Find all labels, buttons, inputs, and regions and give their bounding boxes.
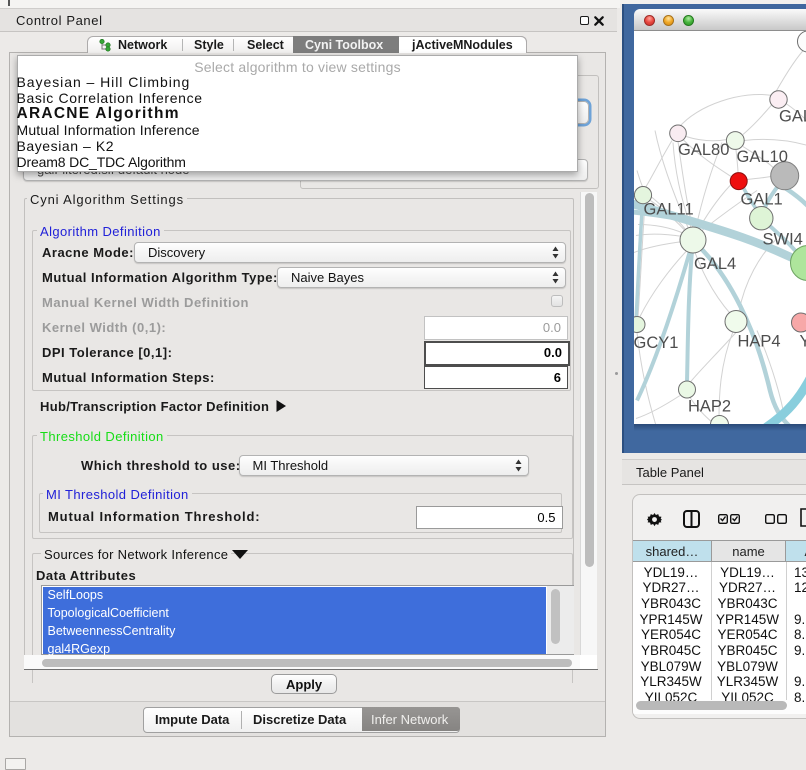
svg-text:GAL80: GAL80 (678, 141, 729, 159)
svg-text:GCY1: GCY1 (634, 334, 678, 352)
svg-text:GAL4: GAL4 (694, 255, 736, 273)
svg-text:HAP4: HAP4 (738, 332, 781, 350)
svg-text:GAL10: GAL10 (737, 148, 788, 166)
svg-text:SWI4: SWI4 (763, 230, 803, 248)
svg-text:GAL7: GAL7 (779, 107, 806, 125)
svg-text:Y: Y (800, 332, 806, 350)
svg-text:HAP2: HAP2 (688, 397, 731, 415)
svg-text:GAL1: GAL1 (741, 190, 783, 208)
svg-text:GAL11: GAL11 (644, 200, 694, 218)
